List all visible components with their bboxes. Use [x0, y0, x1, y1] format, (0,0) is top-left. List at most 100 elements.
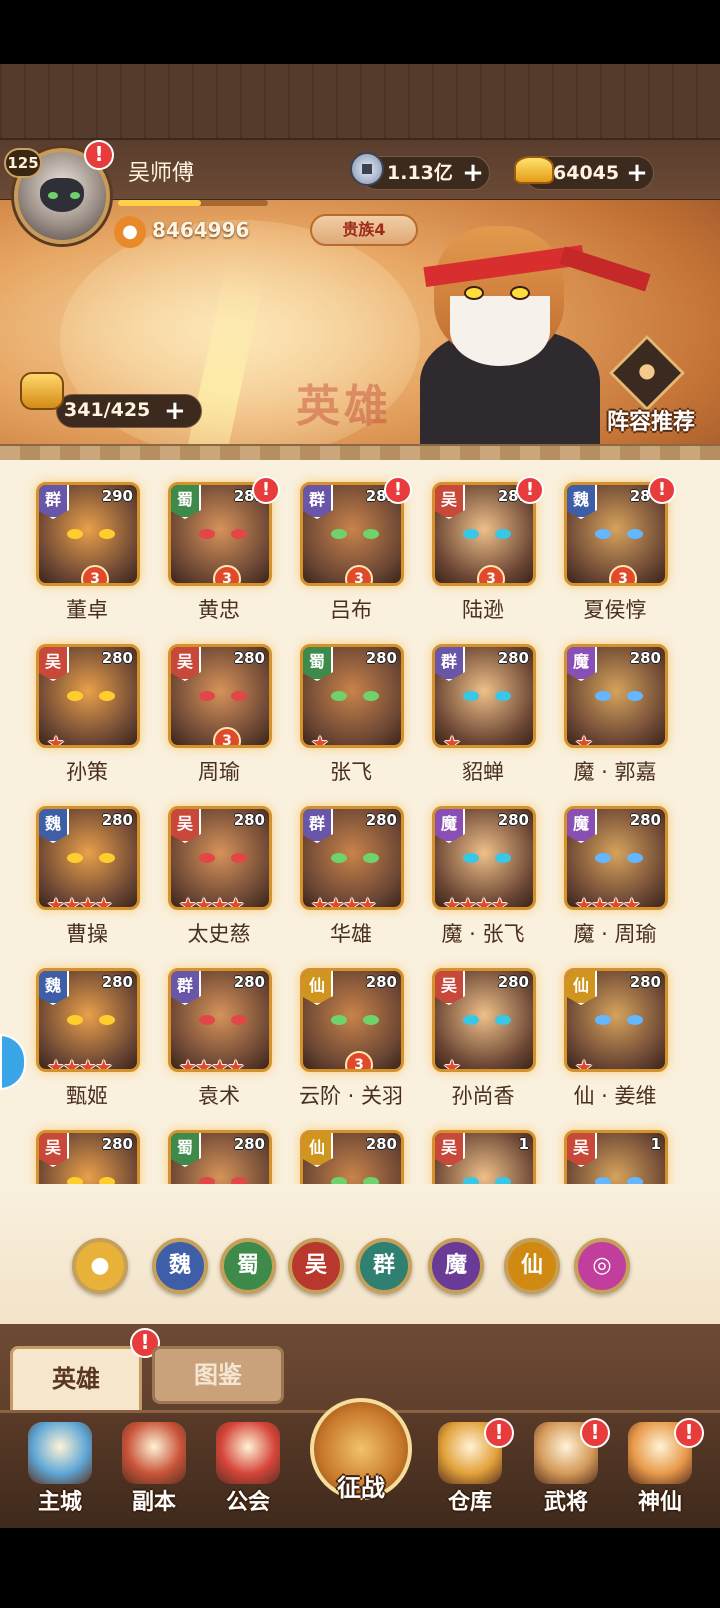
hero-name: 夏侯惇: [583, 598, 647, 622]
hero-stars: ★: [443, 731, 461, 748]
hero-stars: ★★★★: [47, 1055, 113, 1072]
avatar-eye: [48, 192, 58, 199]
tab-codex[interactable]: 图鉴: [152, 1346, 284, 1404]
hero-level: 280: [629, 973, 661, 991]
faction-filter-button[interactable]: 群: [356, 1238, 412, 1294]
nav-label: 武将: [543, 1490, 588, 1515]
faction-filter-button[interactable]: 吴: [288, 1238, 344, 1294]
hero-card[interactable]: 群 290 3 董卓: [32, 482, 142, 630]
filter-paw-icon[interactable]: ●: [72, 1238, 128, 1294]
nav-campaign[interactable]: 征战: [306, 1396, 416, 1522]
hero-eye: [595, 853, 611, 863]
hero-eye: [463, 1015, 479, 1025]
lineup-recommend-button[interactable]: ● 阵容推荐: [586, 334, 716, 442]
hero-level: 280: [233, 1135, 265, 1153]
hero-card[interactable]: 群 280 ★ 貂蝉: [428, 644, 538, 792]
hero-name: 魔 · 郭嘉: [573, 760, 657, 784]
hero-stars: ★: [311, 731, 329, 748]
hero-card[interactable]: 魏 280 ★★★★ 曹操: [32, 806, 142, 954]
hero-name: 陆逊: [462, 598, 504, 622]
banner-divider: [0, 444, 720, 460]
hero-card[interactable]: 吴 280 3 周瑜: [164, 644, 274, 792]
top-wood-strip: [0, 64, 720, 140]
tab-heroes[interactable]: 英雄: [10, 1346, 142, 1414]
hero-eye: [363, 853, 379, 863]
hero-eye: [199, 1015, 215, 1025]
hero-card[interactable]: 魔 280 ★★★★ 魔 · 张飞: [428, 806, 538, 954]
hero-card[interactable]: 仙 280 ★ 仙 · 姜维: [560, 968, 670, 1116]
hero-eye: [99, 1015, 115, 1025]
hero-portrait-frame: 群 280 ★: [432, 644, 536, 748]
hero-name: 魔 · 张飞: [441, 922, 525, 946]
hero-name: 孙策: [66, 760, 108, 784]
filter-swirl-icon[interactable]: ◎: [574, 1238, 630, 1294]
hero-level: 280: [101, 1135, 133, 1153]
hero-card[interactable]: 吴 280 ★★★★ 太史慈: [164, 806, 274, 954]
hero-portrait-frame: 群 280 ★★★★: [168, 968, 272, 1072]
sword-icon: [122, 1422, 186, 1484]
hero-eye: [99, 691, 115, 701]
hero-card[interactable]: 魔 280 ★ 魔 · 郭嘉: [560, 644, 670, 792]
faction-filter-button[interactable]: 魔: [428, 1238, 484, 1294]
add-capacity-button[interactable]: +: [164, 396, 186, 426]
nav-item[interactable]: 神仙!: [614, 1418, 706, 1522]
star-rank-medal: 3: [345, 565, 373, 583]
flag-icon: [216, 1422, 280, 1484]
hero-card[interactable]: 蜀 280 ★ 张飞: [296, 644, 406, 792]
hero-stars: ★★★★: [443, 893, 509, 910]
hero-level: 280: [233, 973, 265, 991]
hero-level: 280: [365, 973, 397, 991]
hero-level: 1: [518, 1135, 529, 1153]
hero-name: 云阶 · 关羽: [298, 1084, 404, 1108]
nav-item[interactable]: 武将!: [520, 1418, 612, 1522]
hero-eye: [463, 529, 479, 539]
hero-alert-badge: !: [384, 476, 412, 504]
nav-alert-badge: !: [580, 1418, 610, 1448]
hero-stars: ★: [575, 1055, 593, 1072]
nav-item[interactable]: 公会: [202, 1418, 294, 1522]
hero-card[interactable]: 吴 281 3! 陆逊: [428, 476, 544, 630]
hero-beard: [450, 296, 550, 366]
nav-label: 公会: [225, 1490, 270, 1515]
hero-card[interactable]: 蜀 281 3! 黄忠: [164, 476, 280, 630]
noble-rank-badge[interactable]: 贵族4: [310, 214, 418, 246]
hero-eye: [99, 529, 115, 539]
hero-eye: [331, 529, 347, 539]
nav-item[interactable]: 主城: [14, 1418, 106, 1522]
hero-card[interactable]: 仙 280 3 云阶 · 关羽: [296, 968, 406, 1116]
hero-eye: [67, 691, 83, 701]
hero-portrait-frame: 仙 280 ★: [564, 968, 668, 1072]
hero-level: 280: [365, 1135, 397, 1153]
faction-filter-button[interactable]: 仙: [504, 1238, 560, 1294]
hero-card[interactable]: 魔 280 ★★★★ 魔 · 周瑜: [560, 806, 670, 954]
faction-filter-button[interactable]: 蜀: [220, 1238, 276, 1294]
add-coins-button[interactable]: +: [461, 160, 485, 186]
nav-item[interactable]: 副本: [108, 1418, 200, 1522]
hero-name: 曹操: [66, 922, 108, 946]
faction-filter-button[interactable]: 魏: [152, 1238, 208, 1294]
hero-level: 280: [497, 973, 529, 991]
hero-name: 董卓: [66, 598, 108, 622]
hero-portrait-frame: 吴 280 3: [168, 644, 272, 748]
lineup-recommend-label: 阵容推荐: [606, 410, 695, 435]
add-gold-button[interactable]: +: [625, 160, 649, 186]
hero-card[interactable]: 群 282 3! 吕布: [296, 476, 412, 630]
hero-headband-tail: [559, 246, 651, 292]
hero-card[interactable]: 魏 280 ★★★★ 甄姬: [32, 968, 142, 1116]
hero-card[interactable]: 魏 280 3! 夏侯惇: [560, 476, 676, 630]
hero-portrait-frame: 魔 280 ★★★★: [432, 806, 536, 910]
hero-eye: [231, 1015, 247, 1025]
hero-card[interactable]: 群 280 ★★★★ 华雄: [296, 806, 406, 954]
hero-eye: [363, 1015, 379, 1025]
hero-card[interactable]: 吴 280 ★ 孙策: [32, 644, 142, 792]
nav-item[interactable]: 仓库!: [424, 1418, 516, 1522]
hero-eye: [67, 853, 83, 863]
hero-card[interactable]: 吴 280 ★ 孙尚香: [428, 968, 538, 1116]
hero-eye: [464, 286, 484, 300]
avatar-alert-badge: !: [84, 140, 114, 170]
star-rank-medal: 3: [213, 565, 241, 583]
nav-label: 主城: [37, 1490, 82, 1515]
hero-card[interactable]: 群 280 ★★★★ 袁术: [164, 968, 274, 1116]
hero-level: 280: [497, 811, 529, 829]
castle-icon: [28, 1422, 92, 1484]
